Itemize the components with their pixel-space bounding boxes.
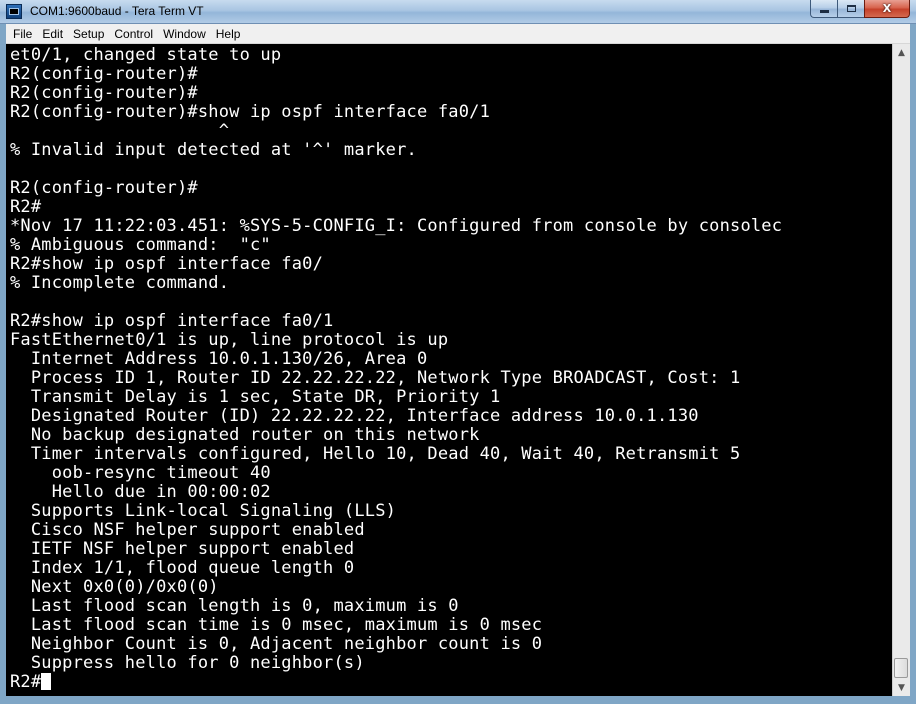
terminal-line: Suppress hello for 0 neighbor(s)	[10, 653, 365, 673]
teraterm-app-icon[interactable]	[6, 4, 22, 19]
maximize-button[interactable]	[837, 0, 864, 18]
prompt-line[interactable]: R2#	[10, 673, 782, 692]
terminal-line: Supports Link-local Signaling (LLS)	[10, 501, 397, 521]
scroll-up-arrow-icon[interactable]: ▲	[893, 44, 910, 61]
terminal-line: Transmit Delay is 1 sec, State DR, Prior…	[10, 387, 501, 407]
close-button[interactable]: X	[864, 0, 910, 18]
terminal-window: COM1:9600baud - Tera Term VT X File Edit…	[0, 0, 916, 704]
terminal-line: Next 0x0(0)/0x0(0)	[10, 577, 219, 597]
terminal-line: et0/1, changed state to up	[10, 45, 282, 65]
command-prompt: R2#	[10, 672, 42, 692]
terminal-line: R2#show ip ospf interface fa0/1	[10, 311, 334, 331]
terminal-output: et0/1, changed state to up R2(config-rou…	[10, 46, 782, 692]
menu-file[interactable]: File	[8, 25, 37, 43]
terminal-line: R2(config-router)#	[10, 178, 198, 198]
terminal-line: Neighbor Count is 0, Adjacent neighbor c…	[10, 634, 543, 654]
terminal-line: R2#	[10, 197, 42, 217]
terminal-line: R2#show ip ospf interface fa0/	[10, 254, 324, 274]
terminal-line: Timer intervals configured, Hello 10, De…	[10, 444, 741, 464]
minimize-button[interactable]	[810, 0, 837, 18]
terminal-line: % Invalid input detected at '^' marker.	[10, 140, 417, 160]
text-cursor	[41, 673, 52, 690]
terminal-line: R2(config-router)#show ip ospf interface…	[10, 102, 491, 122]
terminal-line: ^	[10, 121, 230, 141]
title-bar[interactable]: COM1:9600baud - Tera Term VT X	[0, 0, 916, 24]
terminal-line: No backup designated router on this netw…	[10, 425, 480, 445]
menu-control[interactable]: Control	[109, 25, 158, 43]
terminal-line: R2(config-router)#	[10, 64, 198, 84]
terminal-line: FastEthernet0/1 is up, line protocol is …	[10, 330, 449, 350]
scroll-thumb[interactable]	[894, 658, 908, 678]
terminal-line: Process ID 1, Router ID 22.22.22.22, Net…	[10, 368, 741, 388]
window-title: COM1:9600baud - Tera Term VT	[30, 4, 204, 18]
menu-bar: File Edit Setup Control Window Help	[6, 24, 910, 44]
caption-buttons: X	[810, 0, 910, 18]
terminal-line: IETF NSF helper support enabled	[10, 539, 355, 559]
terminal-line: R2(config-router)#	[10, 83, 198, 103]
terminal-line: Last flood scan time is 0 msec, maximum …	[10, 615, 543, 635]
terminal-line: *Nov 17 11:22:03.451: %SYS-5-CONFIG_I: C…	[10, 216, 783, 236]
vertical-scrollbar[interactable]: ▲ ▼	[892, 44, 910, 696]
terminal-line: % Ambiguous command: "c"	[10, 235, 271, 255]
terminal-line: Cisco NSF helper support enabled	[10, 520, 365, 540]
maximize-icon	[846, 5, 856, 12]
minimize-icon	[819, 10, 829, 13]
terminal-line: % Incomplete command.	[10, 273, 230, 293]
terminal-line: Last flood scan length is 0, maximum is …	[10, 596, 459, 616]
terminal-screen[interactable]: et0/1, changed state to up R2(config-rou…	[6, 44, 892, 696]
menu-edit[interactable]: Edit	[37, 25, 68, 43]
menu-window[interactable]: Window	[158, 25, 211, 43]
scroll-down-arrow-icon[interactable]: ▼	[893, 679, 910, 696]
terminal-line: Index 1/1, flood queue length 0	[10, 558, 355, 578]
menu-setup[interactable]: Setup	[68, 25, 109, 43]
menu-help[interactable]: Help	[211, 25, 246, 43]
terminal-line: oob-resync timeout 40	[10, 463, 271, 483]
terminal-line: Hello due in 00:00:02	[10, 482, 271, 502]
terminal-line: Internet Address 10.0.1.130/26, Area 0	[10, 349, 428, 369]
window-bottom-border	[0, 696, 916, 704]
terminal-line: Designated Router (ID) 22.22.22.22, Inte…	[10, 406, 699, 426]
close-icon: X	[882, 2, 892, 15]
